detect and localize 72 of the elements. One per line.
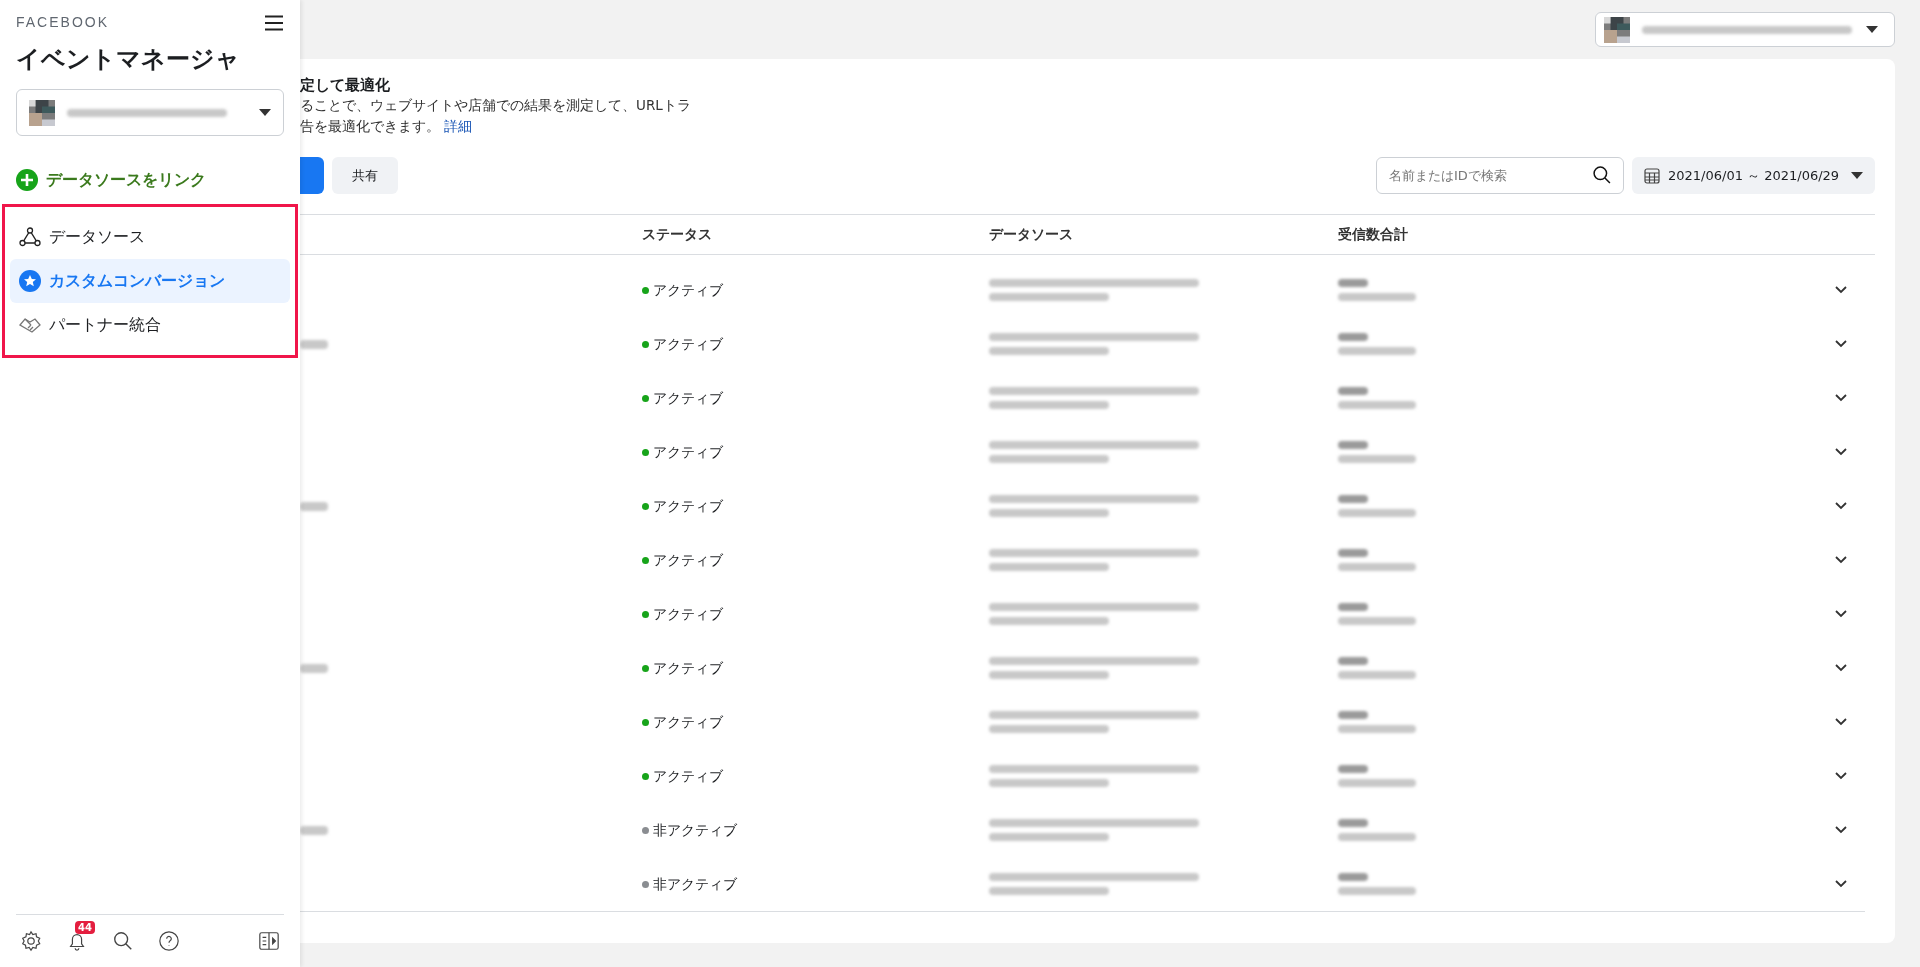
search-icon[interactable] (112, 930, 134, 952)
status-label: アクティブ (642, 603, 723, 625)
help-icon[interactable] (158, 930, 180, 952)
panel-toggle-icon[interactable] (258, 930, 280, 952)
expand-chevron-icon[interactable] (1835, 772, 1847, 780)
expand-chevron-icon[interactable] (1835, 394, 1847, 402)
plus-icon (16, 169, 38, 191)
blurred-text (300, 339, 328, 349)
status-label: アクティブ (642, 495, 723, 517)
status-label: アクティブ (642, 765, 723, 787)
banner-title: 定して最適化 (300, 75, 391, 95)
status-label: アクティブ (642, 333, 723, 355)
blurred-text (1338, 657, 1368, 665)
expand-chevron-icon[interactable] (1835, 340, 1847, 348)
status-label: アクティブ (642, 549, 723, 571)
notification-badge: 44 (75, 921, 95, 934)
column-header: 受信数合計 (1338, 225, 1408, 245)
status-label: 非アクティブ (642, 819, 737, 841)
status-label: アクティブ (642, 657, 723, 679)
status-label: 非アクティブ (642, 873, 737, 895)
calendar-icon (1644, 167, 1660, 184)
menu-icon[interactable] (264, 14, 284, 31)
nav-item[interactable]: パートナー統合 (10, 303, 290, 347)
column-header: ステータス (642, 225, 712, 245)
caret-icon (1866, 26, 1878, 33)
blurred-text (300, 663, 328, 673)
expand-chevron-icon[interactable] (1835, 556, 1847, 564)
expand-chevron-icon[interactable] (1835, 448, 1847, 456)
status-label: アクティブ (642, 441, 723, 463)
details-link[interactable]: 詳細 (444, 118, 473, 134)
expand-chevron-icon[interactable] (1835, 286, 1847, 294)
expand-chevron-icon[interactable] (1835, 718, 1847, 726)
share-button[interactable]: 共有 (332, 157, 398, 194)
column-header: データソース (989, 225, 1073, 245)
blurred-text (1338, 765, 1368, 773)
expand-chevron-icon[interactable] (1835, 826, 1847, 834)
blurred-text (1338, 495, 1368, 503)
banner-text: ることで、ウェブサイトや店舗での結果を測定して、URLトラ (300, 96, 692, 115)
blurred-text (1338, 387, 1368, 395)
settings-icon[interactable] (20, 930, 42, 952)
handshake-icon (19, 316, 41, 334)
blurred-text (1338, 873, 1368, 881)
status-label: アクティブ (642, 711, 723, 733)
nav-item[interactable]: データソース (10, 215, 290, 259)
blurred-text (1338, 279, 1368, 287)
link-data-source-button[interactable]: データソースをリンク (16, 168, 284, 192)
app-title: イベントマネージャ (15, 44, 241, 75)
date-range-button[interactable]: 2021/06/01 ～ 2021/06/29 (1632, 157, 1875, 194)
nav-item[interactable]: カスタムコンバージョン (10, 259, 290, 303)
expand-chevron-icon[interactable] (1835, 610, 1847, 618)
blurred-text (300, 501, 328, 511)
search-field[interactable]: 名前またはIDで検索 (1376, 157, 1624, 194)
network-icon (19, 227, 41, 247)
account-selector[interactable] (16, 89, 284, 136)
expand-chevron-icon[interactable] (1835, 502, 1847, 510)
search-icon (1592, 165, 1612, 185)
account-selector[interactable] (1595, 12, 1895, 47)
caret-icon (259, 109, 271, 116)
blurred-text (1338, 549, 1368, 557)
blurred-text (300, 825, 328, 835)
blurred-text (1338, 333, 1368, 341)
status-label: アクティブ (642, 279, 723, 301)
blurred-text (1338, 603, 1368, 611)
brand-name: FACEBOOK (16, 13, 110, 32)
caret-icon (1851, 172, 1863, 179)
banner-text: 告を最適化できます。 詳細 (300, 117, 474, 136)
blurred-text (1338, 441, 1368, 449)
status-label: アクティブ (642, 387, 723, 409)
expand-chevron-icon[interactable] (1835, 664, 1847, 672)
blurred-text (1338, 819, 1368, 827)
expand-chevron-icon[interactable] (1835, 880, 1847, 888)
blurred-text (1338, 711, 1368, 719)
